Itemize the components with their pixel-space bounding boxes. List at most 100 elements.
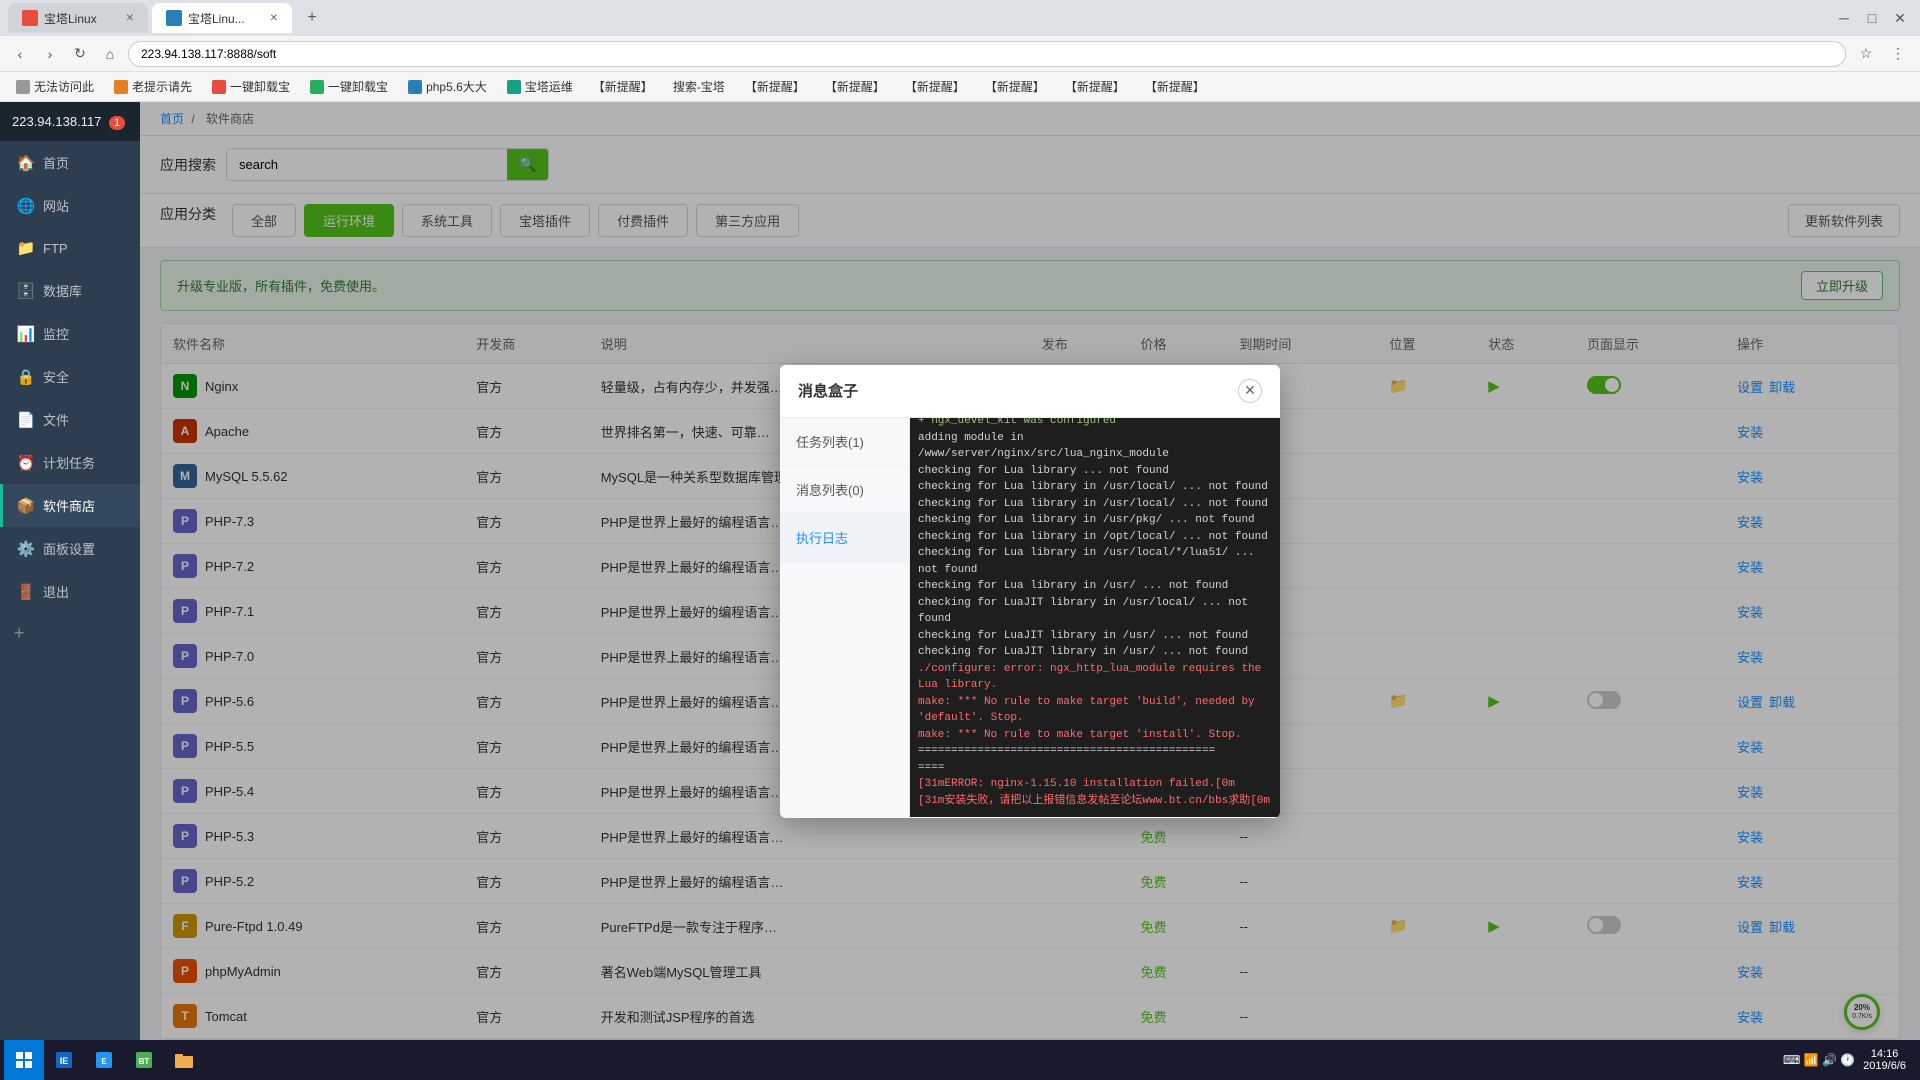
sidebar-item-website[interactable]: 🌐 网站 xyxy=(0,184,140,227)
log-line: checking for Lua library in /usr/local/ … xyxy=(918,496,1272,513)
bookmark-13[interactable]: 【新提醒】 xyxy=(1057,75,1133,98)
address-bar[interactable] xyxy=(128,41,1846,67)
add-icon: + xyxy=(14,623,25,644)
sidebar-label-software: 软件商店 xyxy=(43,496,95,515)
sidebar-label-cron: 计划任务 xyxy=(43,453,95,472)
bookmark-3[interactable]: 一键卸载宝 xyxy=(204,75,298,98)
refresh-button[interactable]: ↻ xyxy=(68,42,92,66)
sidebar-item-database[interactable]: 🗄️ 数据库 xyxy=(0,269,140,312)
taskbar-icons-systray: ⌨ 📶 🔊 🕐 xyxy=(1783,1053,1855,1067)
start-button[interactable] xyxy=(4,1040,44,1080)
tab-close-1[interactable]: ✕ xyxy=(126,13,134,24)
sidebar-item-ftp[interactable]: 📁 FTP xyxy=(0,227,140,269)
sidebar-item-panel-settings[interactable]: ⚙️ 面板设置 xyxy=(0,527,140,570)
taskbar-time: 14:16 2019/6/6 xyxy=(1863,1048,1906,1072)
restore-button[interactable]: □ xyxy=(1860,6,1884,30)
sidebar-item-logout[interactable]: 🚪 退出 xyxy=(0,570,140,613)
monitor-icon: 📊 xyxy=(17,325,35,343)
sidebar-add-button[interactable]: + xyxy=(0,613,140,654)
taskbar-icon-3[interactable]: BT xyxy=(126,1042,162,1078)
content-area: 首页 / 软件商店 应用搜索 🔍 应用分类 全部 运行环境 系统工具 宝塔插件 … xyxy=(140,102,1920,1080)
modal-dialog: 消息盒子 ✕ 任务列表(1) 消息列表(0) 执行日志 checking for… xyxy=(780,365,1280,818)
taskbar-icon-folder[interactable] xyxy=(166,1042,202,1078)
modal-overlay[interactable]: 消息盒子 ✕ 任务列表(1) 消息列表(0) 执行日志 checking for… xyxy=(140,102,1920,1080)
home-icon: 🏠 xyxy=(17,154,35,172)
log-line: + ngx_devel_kit was configured xyxy=(918,418,1272,430)
bookmark-11[interactable]: 【新提醒】 xyxy=(897,75,973,98)
software-icon: 📦 xyxy=(17,497,35,515)
panel-settings-icon: ⚙️ xyxy=(17,540,35,558)
sidebar-label-panel-settings: 面板设置 xyxy=(43,539,95,558)
sidebar-label-monitor: 监控 xyxy=(43,324,69,343)
sidebar-label-home: 首页 xyxy=(43,153,69,172)
sidebar-item-software[interactable]: 📦 软件商店 xyxy=(0,484,140,527)
taskbar-icon-2-svg: E xyxy=(94,1050,114,1070)
log-line: adding module in /www/server/nginx/src/l… xyxy=(918,430,1272,463)
browser-nav: ‹ › ↻ ⌂ ☆ ⋮ xyxy=(0,36,1920,72)
bookmark-2[interactable]: 老提示请先 xyxy=(106,75,200,98)
close-window-button[interactable]: ✕ xyxy=(1888,6,1912,30)
nav-icons: ☆ ⋮ xyxy=(1852,40,1912,68)
log-output[interactable]: checking for POSIX semaphores in libpthr… xyxy=(910,418,1280,818)
log-line: checking for LuaJIT library in /usr/ ...… xyxy=(918,644,1272,661)
modal-sidebar: 任务列表(1) 消息列表(0) 执行日志 xyxy=(780,418,910,818)
modal-close-button[interactable]: ✕ xyxy=(1238,379,1262,403)
log-line: checking for LuaJIT library in /usr/ ...… xyxy=(918,628,1272,645)
new-tab-button[interactable]: + xyxy=(300,6,324,30)
log-line: [31mERROR: nginx-1.15.10 installation fa… xyxy=(918,776,1272,793)
browser-tab-2[interactable]: 宝塔Linu... ✕ xyxy=(152,3,292,33)
taskbar-icon-1-svg: IE xyxy=(54,1050,74,1070)
sidebar-item-monitor[interactable]: 📊 监控 xyxy=(0,312,140,355)
log-line: ./configure: error: ngx_http_lua_module … xyxy=(918,661,1272,694)
sidebar-item-cron[interactable]: ⏰ 计划任务 xyxy=(0,441,140,484)
sidebar-item-files[interactable]: 📄 文件 xyxy=(0,398,140,441)
taskbar-icon-3-svg: BT xyxy=(134,1050,154,1070)
forward-button[interactable]: › xyxy=(38,42,62,66)
modal-nav-messages[interactable]: 消息列表(0) xyxy=(780,466,909,514)
modal-header: 消息盒子 ✕ xyxy=(780,365,1280,418)
website-icon: 🌐 xyxy=(17,197,35,215)
log-line: [31m安装失败，请把以上报错信息发帖至论坛www.bt.cn/bbs求助[0m xyxy=(918,793,1272,810)
log-line: checking for Lua library in /usr/ ... no… xyxy=(918,578,1272,595)
bookmark-9[interactable]: 【新提醒】 xyxy=(737,75,813,98)
bk-icon-4 xyxy=(310,80,324,94)
modal-nav-tasks[interactable]: 任务列表(1) xyxy=(780,418,909,466)
home-button[interactable]: ⌂ xyxy=(98,42,122,66)
back-button[interactable]: ‹ xyxy=(8,42,32,66)
bookmark-1[interactable]: 无法访问此 xyxy=(8,75,102,98)
ftp-icon: 📁 xyxy=(17,239,35,257)
modal-nav-log[interactable]: 执行日志 xyxy=(780,514,909,562)
bookmark-button[interactable]: ☆ xyxy=(1852,40,1880,68)
bookmark-10[interactable]: 【新提醒】 xyxy=(817,75,893,98)
sidebar-label-website: 网站 xyxy=(43,196,69,215)
bookmark-7[interactable]: 【新提醒】 xyxy=(585,75,661,98)
minimize-button[interactable]: ─ xyxy=(1832,6,1856,30)
bk-icon-2 xyxy=(114,80,128,94)
server-address: 223.94.138.117 xyxy=(12,114,101,129)
taskbar-icon-2[interactable]: E xyxy=(86,1042,122,1078)
sidebar-item-security[interactable]: 🔒 安全 xyxy=(0,355,140,398)
taskbar-icon-1[interactable]: IE xyxy=(46,1042,82,1078)
bookmark-4[interactable]: 一键卸载宝 xyxy=(302,75,396,98)
bookmark-14[interactable]: 【新提醒】 xyxy=(1137,75,1213,98)
settings-button[interactable]: ⋮ xyxy=(1884,40,1912,68)
main-layout: 223.94.138.117 1 🏠 首页 🌐 网站 📁 FTP 🗄️ 数据库 … xyxy=(0,102,1920,1080)
bookmark-5[interactable]: php5.6大大 xyxy=(400,75,495,98)
bookmark-8[interactable]: 搜索-宝塔 xyxy=(665,75,733,98)
tab-close-2[interactable]: ✕ xyxy=(270,13,278,24)
log-line: make: *** No rule to make target 'instal… xyxy=(918,727,1272,744)
sidebar-item-home[interactable]: 🏠 首页 xyxy=(0,141,140,184)
tab-label-2: 宝塔Linu... xyxy=(188,10,245,27)
modal-title: 消息盒子 xyxy=(798,380,858,401)
browser-chrome: 宝塔Linux ✕ 宝塔Linu... ✕ + ─ □ ✕ ‹ › ↻ ⌂ ☆ … xyxy=(0,0,1920,72)
log-line: checking for Lua library in /usr/local/ … xyxy=(918,479,1272,496)
tab-icon-2 xyxy=(166,10,182,26)
bookmark-6[interactable]: 宝塔运维 xyxy=(499,75,581,98)
files-icon: 📄 xyxy=(17,411,35,429)
sidebar-label-database: 数据库 xyxy=(43,281,82,300)
bookmark-12[interactable]: 【新提醒】 xyxy=(977,75,1053,98)
log-line: ==== xyxy=(918,760,1272,777)
cron-icon: ⏰ xyxy=(17,454,35,472)
browser-tab-1[interactable]: 宝塔Linux ✕ xyxy=(8,3,148,33)
browser-titlebar: 宝塔Linux ✕ 宝塔Linu... ✕ + ─ □ ✕ xyxy=(0,0,1920,36)
